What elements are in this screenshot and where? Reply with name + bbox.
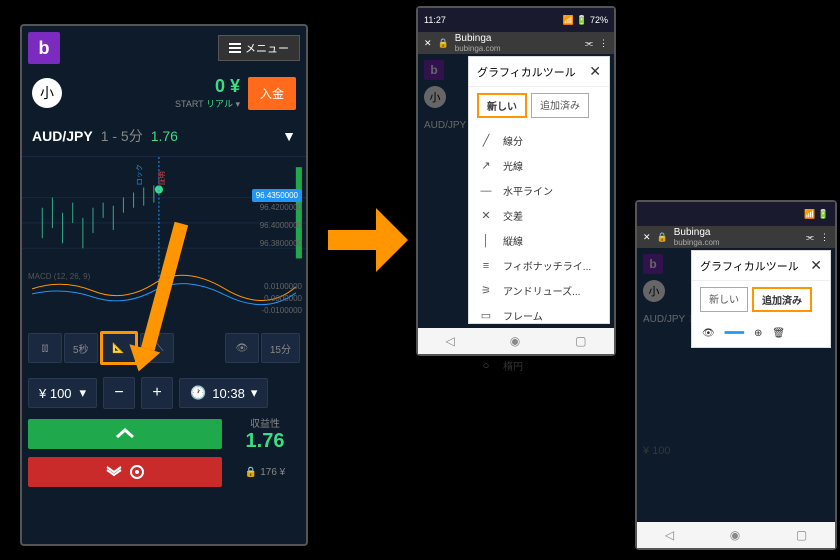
tool-cross[interactable]: ✕交差 <box>469 203 609 228</box>
menu-button[interactable]: メニュー <box>218 35 300 61</box>
status-bar: 11:27 📶 🔋 72% <box>418 8 614 32</box>
profit-display: 収益性 1.76 <box>230 415 300 453</box>
lock-icon: 🔒 <box>438 38 449 49</box>
chevron-down-icon: ▾ <box>251 385 258 401</box>
recent-icon[interactable]: ▢ <box>575 334 586 348</box>
browser-bar: ✕ 🔒 Bubingabubinga.com ⫘ ⋮ <box>418 32 614 54</box>
balance-subtext: START リアル ▾ <box>175 97 240 110</box>
share-icon[interactable]: ⫘ <box>806 232 814 243</box>
tool-fibonacci[interactable]: ≡フィボナッチライ... <box>469 253 609 278</box>
buy-down-button[interactable] <box>28 457 222 487</box>
back-icon[interactable]: ◁ <box>665 528 674 542</box>
android-nav: ◁ ◉ ▢ <box>418 328 614 354</box>
app-logo: b <box>643 254 663 274</box>
tools-panel: グラフィカルツール ✕ 新しい 追加済み ╱線分 ↗光線 —水平ライン ✕交差 … <box>468 56 610 324</box>
recent-icon[interactable]: ▢ <box>796 528 807 542</box>
share-icon[interactable]: ⫘ <box>585 38 593 49</box>
time-select[interactable]: 🕐10:38▾ <box>179 378 268 408</box>
trash-icon[interactable]: 🗑 <box>772 328 785 339</box>
panel-title: グラフィカルツール <box>477 64 576 80</box>
more-icon[interactable]: ⋮ <box>820 232 829 243</box>
phone-tools-added: 📶 🔋 ✕ 🔒 Bubingabubinga.com ⫘ ⋮ b 小 AUD/J… <box>635 200 837 550</box>
annotation-arrow-right <box>328 200 408 280</box>
candles-icon[interactable]: ⫾⫾ <box>28 333 62 363</box>
more-icon[interactable]: ⋮ <box>599 38 608 49</box>
chevron-down-icon: ▾ <box>80 385 87 401</box>
close-icon[interactable]: ✕ <box>643 232 651 243</box>
avatar[interactable]: 小 <box>32 78 62 108</box>
tab-new[interactable]: 新しい <box>477 93 527 118</box>
target-icon[interactable]: ⊕ <box>754 328 762 339</box>
tool-horizontal[interactable]: —水平ライン <box>469 178 609 203</box>
svg-text:証明: 証明 <box>157 171 166 185</box>
tools-panel: グラフィカルツール ✕ 新しい 追加済み 👁 ━━ ⊕ 🗑 <box>691 250 831 348</box>
tool-ray[interactable]: ↗光線 <box>469 153 609 178</box>
added-line-item[interactable]: 👁 ━━ ⊕ 🗑 <box>692 318 830 348</box>
tool-line[interactable]: ╱線分 <box>469 128 609 153</box>
amount-select[interactable]: ¥ 100▾ <box>28 378 97 408</box>
hamburger-icon <box>229 47 241 49</box>
close-icon[interactable]: ✕ <box>810 257 822 274</box>
app-logo: b <box>28 32 60 64</box>
android-nav: ◁ ◉ ▢ <box>637 522 835 548</box>
buy-up-button[interactable] <box>28 419 222 449</box>
tool-vertical[interactable]: │縦線 <box>469 228 609 253</box>
browser-bar: ✕ 🔒 Bubingabubinga.com ⫘ ⋮ <box>637 226 835 248</box>
app-logo: b <box>424 60 444 80</box>
lock-icon: 🔒 <box>245 467 257 478</box>
tool-frame[interactable]: ▭フレーム <box>469 303 609 328</box>
deposit-button[interactable]: 入金 <box>248 77 296 110</box>
tab-added[interactable]: 追加済み <box>752 287 812 312</box>
current-price-tag: 96.4350000 <box>252 189 302 202</box>
panel-title: グラフィカルツール <box>700 258 799 274</box>
balance-row: 小 0 ¥ START リアル ▾ 入金 <box>22 70 306 116</box>
minus-button[interactable]: − <box>103 377 135 409</box>
tool-ellipse[interactable]: ○楕円 <box>469 353 609 378</box>
app-header: b メニュー <box>22 26 306 70</box>
close-icon[interactable]: ✕ <box>589 63 601 80</box>
chevron-down-icon: ▼ <box>282 128 296 144</box>
plus-button[interactable]: + <box>141 377 173 409</box>
tool-andrews[interactable]: ⚞アンドリューズ... <box>469 278 609 303</box>
status-bar: 📶 🔋 <box>637 202 835 226</box>
svg-text:ロック: ロック <box>136 164 144 185</box>
visibility-icon[interactable]: 👁 <box>702 328 715 339</box>
close-icon[interactable]: ✕ <box>424 38 432 49</box>
speed-button[interactable]: 5秒 <box>64 333 98 363</box>
interval-button[interactable]: 15分 <box>261 333 300 363</box>
phone-tools-new: 11:27 📶 🔋 72% ✕ 🔒 Bubingabubinga.com ⫘ ⋮… <box>416 6 616 356</box>
macd-label: MACD (12, 26, 9) <box>28 272 90 281</box>
pair-selector[interactable]: AUD/JPY 1 - 5分 1.76 ▼ <box>22 116 306 157</box>
clock-icon: 🕐 <box>190 385 206 401</box>
balance-amount: 0 ¥ <box>175 76 240 97</box>
chart-toolbar: ⫾⫾ 5秒 📐 ⟋⟍ 👁 15分 <box>22 325 306 371</box>
home-icon[interactable]: ◉ <box>510 334 520 348</box>
home-icon[interactable]: ◉ <box>730 528 740 542</box>
tab-added[interactable]: 追加済み <box>531 93 589 118</box>
lock-icon: 🔒 <box>657 232 668 243</box>
visibility-icon[interactable]: 👁 <box>225 333 259 363</box>
tab-new[interactable]: 新しい <box>700 287 748 312</box>
back-icon[interactable]: ◁ <box>445 334 454 348</box>
phone-main: b メニュー 小 0 ¥ START リアル ▾ 入金 AUD/JPY 1 - … <box>20 24 308 546</box>
